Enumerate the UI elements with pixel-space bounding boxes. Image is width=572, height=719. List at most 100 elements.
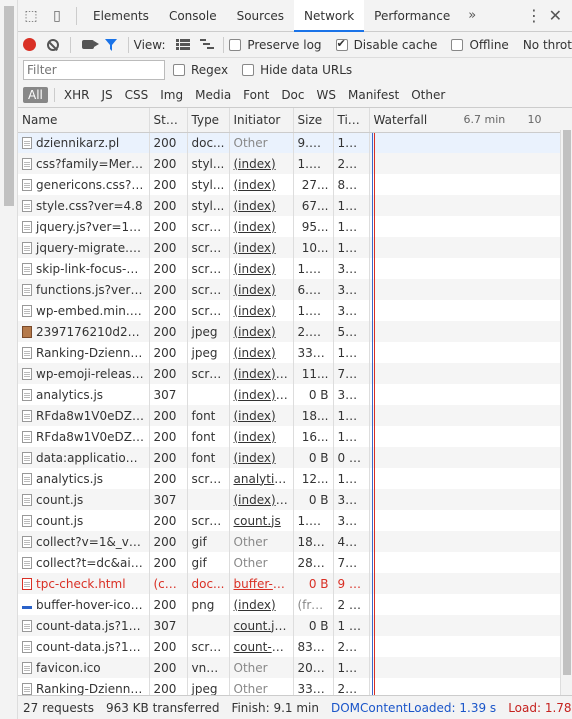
- type-js-button[interactable]: JS: [96, 87, 117, 103]
- close-icon[interactable]: ✕: [549, 0, 562, 32]
- table-row[interactable]: css?family=Merri... 200 styl... (index) 1.4 …: [18, 153, 572, 174]
- table-row[interactable]: count-data.js?1=... 307 count.js:4 0 B 1 ms: [18, 615, 572, 636]
- column-time[interactable]: Time: [333, 108, 370, 133]
- table-row[interactable]: collect?t=dc&aip... 200 gif Other 283 B 72 ..…: [18, 552, 572, 573]
- type-media-button[interactable]: Media: [190, 87, 236, 103]
- table-scrollbar[interactable]: [560, 130, 572, 695]
- preserve-log-checkbox[interactable]: Preserve log: [229, 38, 322, 52]
- request-initiator[interactable]: (index): [229, 174, 294, 195]
- column-name[interactable]: Name: [18, 108, 150, 133]
- hide-data-urls-box[interactable]: [242, 64, 255, 76]
- request-initiator[interactable]: (index): [229, 216, 294, 237]
- table-row[interactable]: tpc-check.html (can... doc... buffer-t... 0 …: [18, 573, 572, 594]
- hide-data-urls-checkbox[interactable]: Hide data URLs: [242, 63, 352, 77]
- type-other-button[interactable]: Other: [406, 87, 450, 103]
- column-waterfall[interactable]: Waterfall 6.7 min 10: [369, 108, 572, 133]
- clear-button[interactable]: [41, 32, 64, 57]
- type-ws-button[interactable]: WS: [312, 87, 341, 103]
- throttling-select[interactable]: No throt: [523, 38, 572, 52]
- type-xhr-button[interactable]: XHR: [59, 87, 95, 103]
- regex-box[interactable]: [173, 64, 185, 76]
- request-initiator[interactable]: count.js: [229, 510, 294, 531]
- type-doc-button[interactable]: Doc: [276, 87, 309, 103]
- request-initiator[interactable]: analytics.js: [229, 468, 294, 489]
- table-row[interactable]: favicon.ico 200 vnd.... Other 205 B 136...: [18, 657, 572, 678]
- preserve-log-box[interactable]: [229, 38, 242, 51]
- request-initiator[interactable]: (index):3...: [229, 489, 294, 510]
- inspect-element-icon[interactable]: ⬚: [18, 0, 44, 32]
- type-img-button[interactable]: Img: [155, 87, 188, 103]
- table-row[interactable]: wp-emoji-release... 200 script (index):30 11…: [18, 363, 572, 384]
- table-row[interactable]: RFda8w1V0eDZh... 200 font (index) 18... 152..…: [18, 405, 572, 426]
- request-initiator[interactable]: (index): [229, 321, 294, 342]
- request-initiator[interactable]: (index): [229, 342, 294, 363]
- type-all-button[interactable]: All: [23, 86, 48, 103]
- column-size[interactable]: Size: [293, 108, 334, 133]
- table-row[interactable]: count.js 200 script count.js 1.5 ... 328...: [18, 510, 572, 531]
- table-row[interactable]: analytics.js 307 (index):62 0 B 34 ...: [18, 384, 572, 405]
- request-initiator[interactable]: (index): [229, 300, 294, 321]
- request-initiator[interactable]: Other: [229, 132, 294, 153]
- tab-elements[interactable]: Elements: [83, 0, 159, 32]
- tab-console[interactable]: Console: [159, 0, 227, 32]
- request-initiator[interactable]: (index): [229, 405, 294, 426]
- request-initiator[interactable]: (index): [229, 279, 294, 300]
- type-css-button[interactable]: CSS: [120, 87, 154, 103]
- table-row[interactable]: data:application/x... 200 font (index) 0 B 0 …: [18, 447, 572, 468]
- left-scrollbar[interactable]: [0, 0, 18, 719]
- column-initiator[interactable]: Initiator: [229, 108, 294, 133]
- table-row[interactable]: RFda8w1V0eDZh... 200 font (index) 16... 164..…: [18, 426, 572, 447]
- request-initiator[interactable]: count.js:4: [229, 615, 294, 636]
- table-row[interactable]: skip-link-focus-fix... 200 script (index) 1.…: [18, 258, 572, 279]
- regex-checkbox[interactable]: Regex: [173, 63, 228, 77]
- record-button[interactable]: [18, 32, 41, 57]
- type-manifest-button[interactable]: Manifest: [343, 87, 404, 103]
- request-initiator[interactable]: (index): [229, 195, 294, 216]
- request-initiator[interactable]: buffer-t...: [229, 573, 294, 594]
- request-initiator[interactable]: (index): [229, 594, 294, 615]
- request-initiator[interactable]: Other: [229, 531, 294, 552]
- left-scrollbar-thumb[interactable]: [4, 6, 14, 206]
- disable-cache-checkbox[interactable]: Disable cache: [335, 37, 437, 52]
- table-row[interactable]: Ranking-Dziennik... 200 jpeg (index) 339... 1…: [18, 342, 572, 363]
- table-row[interactable]: 2397176210d237... 200 jpeg (index) 2.4 ... 55…: [18, 321, 572, 342]
- request-initiator[interactable]: (index): [229, 426, 294, 447]
- column-type[interactable]: Type: [187, 108, 230, 133]
- table-row[interactable]: analytics.js 200 script analytics.js 12... 10…: [18, 468, 572, 489]
- type-font-button[interactable]: Font: [238, 87, 274, 103]
- table-scrollbar-thumb[interactable]: [563, 130, 571, 675]
- request-initiator[interactable]: (index):30: [229, 363, 294, 384]
- screenshot-button[interactable]: [76, 32, 99, 57]
- tab-performance[interactable]: Performance: [364, 0, 460, 32]
- request-initiator[interactable]: (index):62: [229, 384, 294, 405]
- tab-network[interactable]: Network: [294, 0, 365, 32]
- table-row[interactable]: jquery.js?ver=1.1... 200 script (index) 95..…: [18, 216, 572, 237]
- more-tabs-button[interactable]: »: [460, 8, 484, 23]
- disable-cache-box[interactable]: [335, 37, 348, 51]
- request-initiator[interactable]: Other: [229, 657, 294, 678]
- table-row[interactable]: dziennikarz.pl 200 doc... Other 9.2 ... 125 .…: [18, 132, 572, 153]
- table-row[interactable]: jquery-migrate.mi... 200 script (index) 10..…: [18, 237, 572, 258]
- kebab-menu-icon[interactable]: ⋮: [526, 0, 542, 32]
- table-row[interactable]: functions.js?ver=... 200 script (index) 6.9 …: [18, 279, 572, 300]
- offline-box[interactable]: [451, 38, 464, 51]
- request-initiator[interactable]: (index): [229, 153, 294, 174]
- filter-input[interactable]: [23, 60, 165, 80]
- request-initiator[interactable]: (index): [229, 258, 294, 279]
- large-rows-button[interactable]: [172, 32, 195, 57]
- table-row[interactable]: buffer-hover-icon... 200 png (index) (fro...…: [18, 594, 572, 615]
- request-initiator[interactable]: (index): [229, 237, 294, 258]
- device-toolbar-icon[interactable]: ▯: [44, 0, 70, 32]
- column-status[interactable]: Stat...: [149, 108, 188, 133]
- table-row[interactable]: wp-embed.min.js... 200 script (index) 1.6 ..…: [18, 300, 572, 321]
- table-row[interactable]: collect?v=1&_v=j... 200 gif Other 184 B 42 ..…: [18, 531, 572, 552]
- filter-toggle-button[interactable]: [99, 32, 122, 57]
- offline-checkbox[interactable]: Offline: [451, 38, 509, 52]
- overview-button[interactable]: [195, 32, 218, 57]
- table-row[interactable]: count.js 307 (index):3... 0 B 38 ...: [18, 489, 572, 510]
- table-row[interactable]: style.css?ver=4.8 200 styl... (index) 67... 1…: [18, 195, 572, 216]
- request-initiator[interactable]: (index): [229, 447, 294, 468]
- tab-sources[interactable]: Sources: [227, 0, 294, 32]
- request-initiator[interactable]: count-d...: [229, 636, 294, 657]
- request-initiator[interactable]: Other: [229, 552, 294, 573]
